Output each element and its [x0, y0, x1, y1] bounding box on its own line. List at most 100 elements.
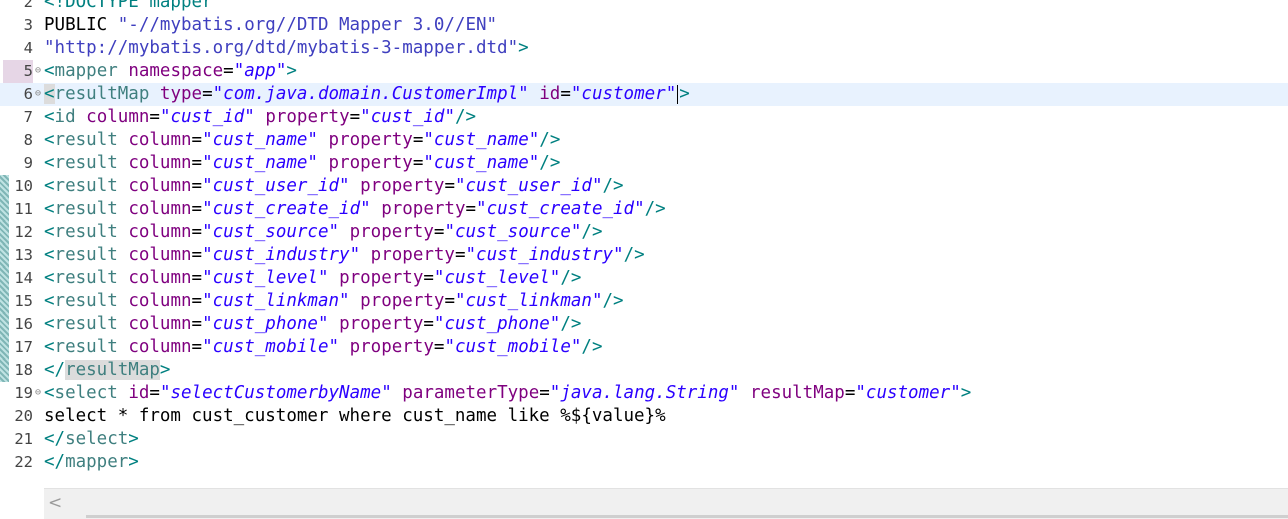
code-line[interactable]: 21 </select>: [0, 428, 1288, 451]
code-token: "customer": [855, 383, 961, 403]
code-text[interactable]: <result column="cust_mobile" property="c…: [44, 336, 602, 359]
code-text[interactable]: <result column="cust_source" property="c…: [44, 221, 602, 244]
code-text[interactable]: <select id="selectCustomerbyName" parame…: [44, 382, 971, 405]
code-text[interactable]: PUBLIC "-//mybatis.org//DTD Mapper 3.0//…: [44, 14, 497, 37]
code-text[interactable]: <resultMap type="com.java.domain.Custome…: [44, 83, 690, 106]
code-text[interactable]: <result column="cust_name" property="cus…: [44, 129, 560, 152]
code-line[interactable]: 7 <id column="cust_id" property="cust_id"…: [0, 106, 1288, 129]
code-line[interactable]: 3 PUBLIC "-//mybatis.org//DTD Mapper 3.0/…: [0, 14, 1288, 37]
code-line[interactable]: 9 <result column="cust_name" property="cu…: [0, 152, 1288, 175]
line-number: 19: [14, 384, 33, 402]
code-text[interactable]: select * from cust_customer where cust_n…: [44, 405, 666, 428]
code-token: "cust_name": [423, 130, 540, 150]
code-text[interactable]: <id column="cust_id" property="cust_id"/…: [44, 106, 476, 129]
code-text[interactable]: <result column="cust_phone" property="cu…: [44, 313, 581, 336]
code-token: =: [433, 222, 445, 242]
fold-collapse-icon[interactable]: ⊖: [33, 60, 43, 83]
code-text[interactable]: <result column="cust_linkman" property="…: [44, 290, 624, 313]
code-token: mapper: [54, 61, 118, 81]
code-text[interactable]: <result column="cust_name" property="cus…: [44, 152, 560, 175]
code-token: />: [581, 222, 603, 242]
line-number: 18: [14, 361, 33, 379]
code-line[interactable]: 20 select * from cust_customer where cust…: [0, 405, 1288, 428]
code-line[interactable]: 19 ⊖ <select id="selectCustomerbyName" par…: [0, 382, 1288, 405]
code-token: "app": [233, 61, 287, 81]
code-line[interactable]: 22 </mapper>: [0, 451, 1288, 474]
code-text[interactable]: </select>: [44, 428, 139, 451]
code-line[interactable]: 13 <result column="cust_industry" propert…: [0, 244, 1288, 267]
code-token: property: [328, 153, 413, 173]
code-line[interactable]: 15 <result column="cust_linkman" property…: [0, 290, 1288, 313]
code-token: >: [159, 360, 171, 380]
code-token: "cust_user_id": [202, 176, 350, 196]
code-text[interactable]: </resultMap>: [44, 359, 170, 382]
code-token: "cust_create_id": [476, 199, 645, 219]
code-token: <: [44, 199, 55, 219]
code-token: "cust_industry": [202, 245, 361, 265]
code-token: PUBLIC: [44, 15, 118, 35]
code-token: "cust_name": [202, 153, 318, 173]
code-token: resultMap: [65, 360, 160, 380]
code-token: </: [44, 360, 66, 380]
code-text[interactable]: <result column="cust_industry" property=…: [44, 244, 645, 267]
code-token: "cust_source": [444, 222, 582, 242]
code-token: "http://mybatis.org/dtd/mybatis-3-mapper…: [44, 38, 519, 58]
fold-collapse-icon[interactable]: ⊖: [33, 382, 43, 405]
code-token: select: [54, 383, 118, 403]
code-token: />: [602, 291, 624, 311]
line-number: 8: [23, 131, 33, 149]
code-editor[interactable]: 2 <!DOCTYPE mapper 3 PUBLIC "-//mybatis.org…: [0, 0, 1288, 488]
code-line[interactable]: 5 ⊖ <mapper namespace="app">: [0, 60, 1288, 83]
code-line[interactable]: 17 <result column="cust_mobile" property=…: [0, 336, 1288, 359]
code-token: <: [44, 176, 55, 196]
code-token: column: [128, 337, 192, 357]
code-token: "cust_phone": [202, 314, 329, 334]
code-line[interactable]: 16 <result column="cust_phone" property="…: [0, 313, 1288, 336]
code-token: </: [44, 452, 66, 472]
code-line[interactable]: 8 <result column="cust_name" property="cu…: [0, 129, 1288, 152]
code-text[interactable]: <result column="cust_user_id" property="…: [44, 175, 624, 198]
code-token: column: [128, 291, 192, 311]
code-line[interactable]: 11 <result column="cust_create_id" proper…: [0, 198, 1288, 221]
code-line[interactable]: 14 <result column="cust_level" property="…: [0, 267, 1288, 290]
scroll-left-icon[interactable]: <: [48, 493, 62, 513]
code-token: id: [539, 84, 561, 104]
code-text[interactable]: "http://mybatis.org/dtd/mybatis-3-mapper…: [44, 37, 529, 60]
line-number: 22: [14, 453, 33, 471]
code-token: =: [423, 268, 434, 288]
code-token: =: [191, 291, 203, 311]
code-line[interactable]: 2 <!DOCTYPE mapper: [0, 0, 1288, 14]
code-text[interactable]: <result column="cust_create_id" property…: [44, 198, 666, 221]
code-text[interactable]: </mapper>: [44, 451, 139, 474]
code-token: </: [44, 429, 66, 449]
code-token: />: [539, 130, 561, 150]
code-token: >: [960, 383, 972, 403]
line-number: 13: [14, 246, 33, 264]
gutter-footer: [0, 488, 44, 518]
code-line[interactable]: 4 "http://mybatis.org/dtd/mybatis-3-mappe…: [0, 37, 1288, 60]
code-text[interactable]: <result column="cust_level" property="cu…: [44, 267, 581, 290]
code-token: property: [349, 337, 434, 357]
code-token: "cust_phone": [433, 314, 561, 334]
code-line[interactable]: 10 <result column="cust_user_id" property…: [0, 175, 1288, 198]
fold-collapse-icon[interactable]: ⊖: [33, 83, 43, 106]
code-line[interactable]: 12 <result column="cust_source" property=…: [0, 221, 1288, 244]
code-token: />: [560, 268, 582, 288]
code-line[interactable]: 18 </resultMap>: [0, 359, 1288, 382]
code-token: column: [128, 245, 192, 265]
code-text[interactable]: <!DOCTYPE mapper: [44, 0, 213, 14]
code-line[interactable]: 6 ⊖ <resultMap type="com.java.domain.Custo…: [0, 83, 1288, 106]
code-token: =: [412, 130, 424, 150]
code-text[interactable]: <mapper namespace="app">: [44, 60, 297, 83]
